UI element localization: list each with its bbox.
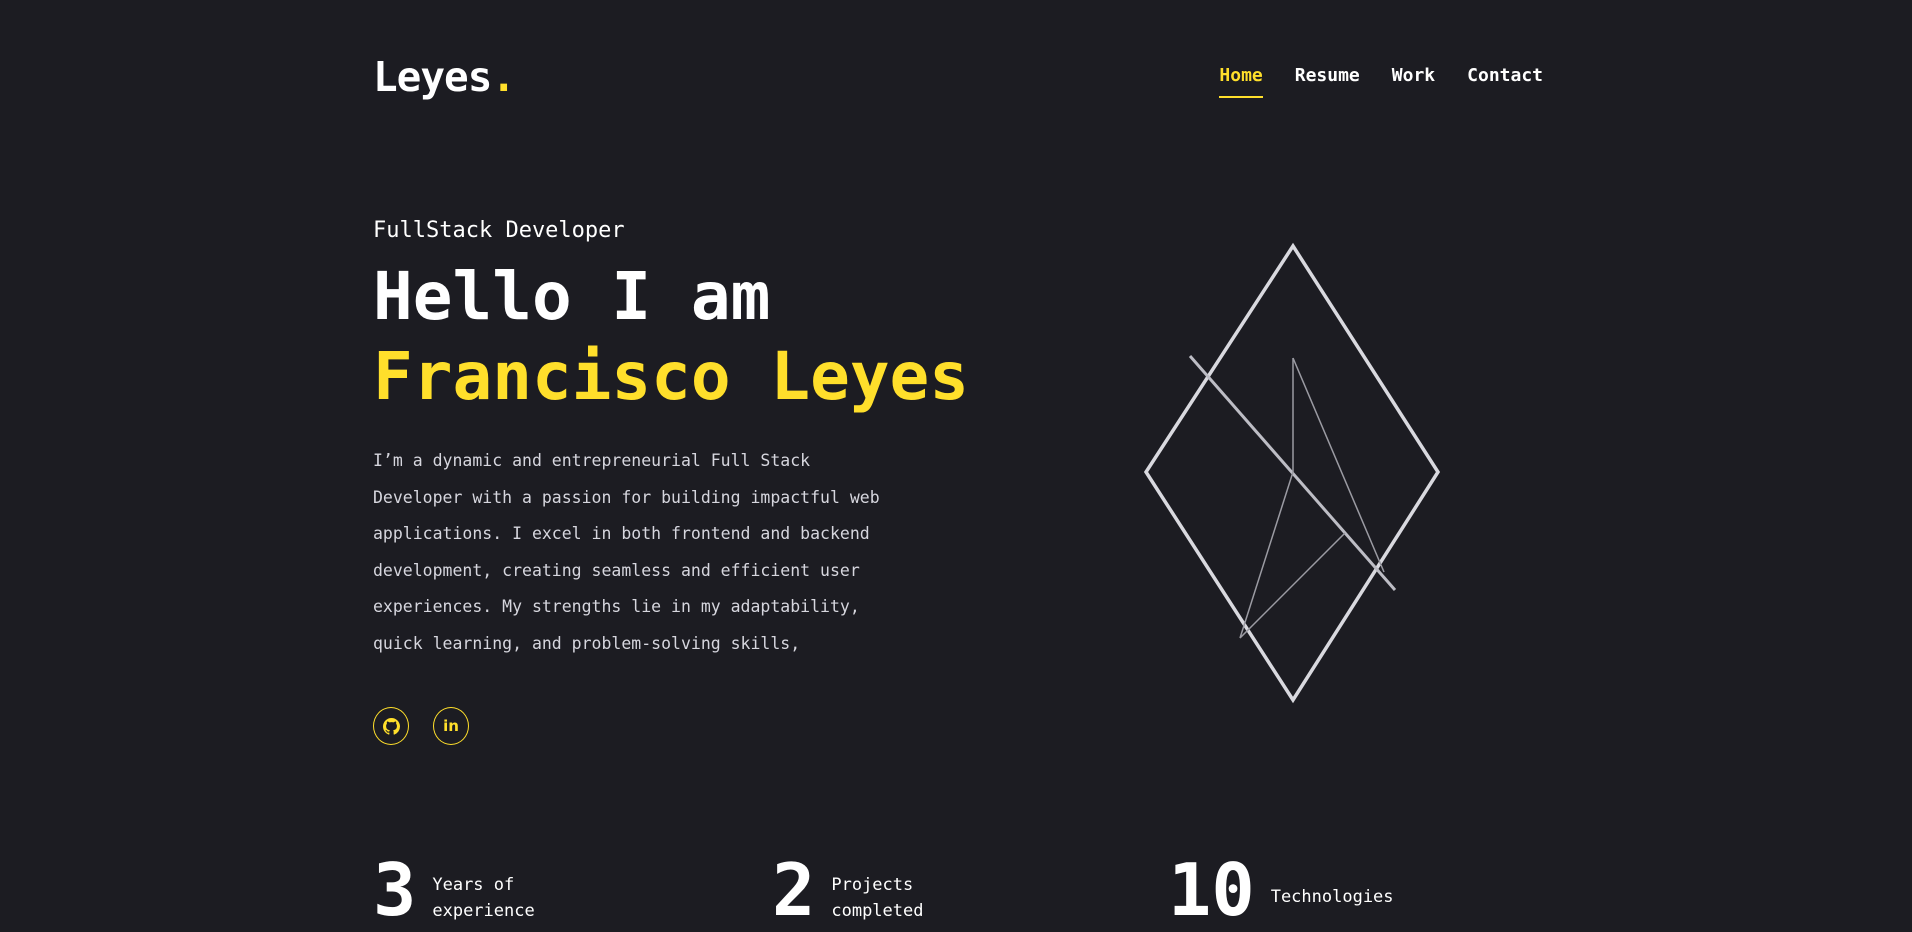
social-links: in xyxy=(373,707,973,745)
stat-number: 3 xyxy=(373,848,417,932)
hero-role: FullStack Developer xyxy=(373,218,625,243)
stat-label-line2: experience xyxy=(432,901,535,921)
linkedin-link[interactable]: in xyxy=(433,707,469,745)
github-icon xyxy=(382,717,400,735)
logo-dot: . xyxy=(491,53,516,101)
logo-text: Leyes xyxy=(373,53,492,101)
stat-label-line1: Projects xyxy=(831,875,914,895)
linkedin-icon: in xyxy=(443,716,459,735)
nav-item-resume[interactable]: Resume xyxy=(1295,62,1360,98)
hero-greeting: Hello I am xyxy=(373,258,771,335)
nav-item-contact[interactable]: Contact xyxy=(1467,62,1543,98)
stat-label: Projects completed xyxy=(831,872,923,924)
github-link[interactable] xyxy=(373,707,409,745)
nav-item-home[interactable]: Home xyxy=(1219,62,1263,98)
logo[interactable]: Leyes. xyxy=(373,52,516,102)
hero-section: FullStack Developer Hello I am Francisco… xyxy=(373,215,973,745)
site-header: Leyes. Home Resume Work Contact xyxy=(373,52,1543,102)
nav-item-work[interactable]: Work xyxy=(1392,62,1435,98)
hero-geometric-illustration xyxy=(1143,242,1441,704)
stat-label: Years of experience xyxy=(432,872,534,924)
stat-years: 3 Years of experience xyxy=(373,854,535,926)
stat-label-line1: Years of xyxy=(432,875,515,895)
stat-label: Technologies xyxy=(1271,884,1394,910)
stat-number: 2 xyxy=(772,848,816,932)
stat-projects: 2 Projects completed xyxy=(772,854,923,926)
stat-number: 10 xyxy=(1168,848,1255,932)
hero-name: Francisco Leyes xyxy=(373,338,970,415)
stat-technologies: 10 Technologies xyxy=(1168,854,1394,926)
stat-label-line2: completed xyxy=(831,901,924,921)
inner-line-c xyxy=(1239,471,1294,639)
stats-section: 3 Years of experience 2 Projects complet… xyxy=(373,854,1473,926)
hero-bio: I’m a dynamic and entrepreneurial Full S… xyxy=(373,451,880,653)
stat-label-line1: Technologies xyxy=(1270,887,1394,907)
inner-line-d xyxy=(1239,532,1346,639)
main-nav: Home Resume Work Contact xyxy=(1219,62,1543,98)
